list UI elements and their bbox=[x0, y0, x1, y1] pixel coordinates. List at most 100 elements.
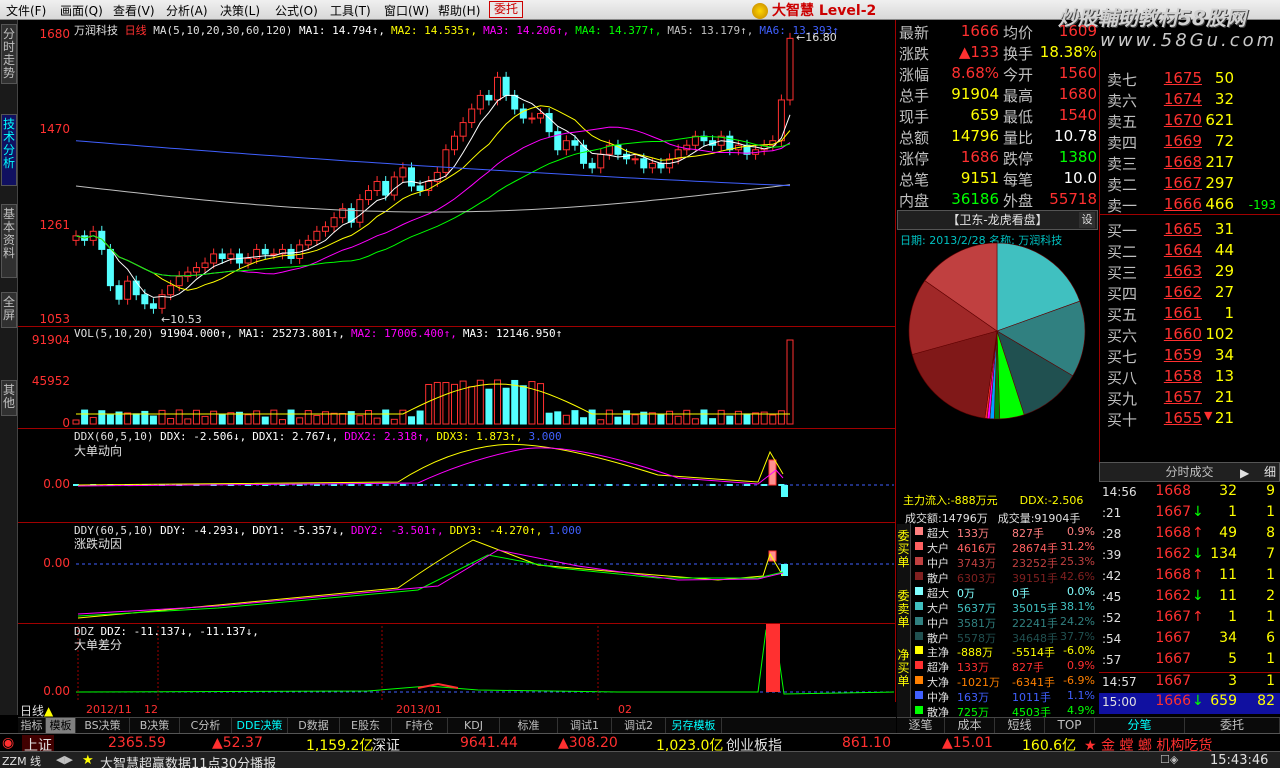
zzm-label[interactable]: ZZM 线 bbox=[2, 753, 41, 768]
book-price[interactable]: 1655 bbox=[1152, 409, 1202, 427]
book-price[interactable]: 1669 bbox=[1152, 132, 1202, 150]
indicator-tab[interactable]: DDE决策 bbox=[232, 718, 288, 734]
indicator-tab[interactable]: 标准 bbox=[500, 718, 558, 734]
indicator-tab[interactable]: BS决策 bbox=[76, 718, 130, 734]
tab-other[interactable]: 其他 bbox=[1, 380, 17, 416]
clock: 15:43:46 bbox=[1210, 753, 1269, 768]
order-book-row[interactable]: 卖五 1670 621 bbox=[1100, 111, 1280, 132]
right-tab[interactable]: 委托 bbox=[1185, 718, 1280, 734]
tray-icons[interactable]: ☐◈ bbox=[1160, 753, 1178, 766]
order-book-row[interactable]: 买五 1661 1 bbox=[1100, 304, 1280, 325]
flow-pct: 25.3% bbox=[1060, 555, 1095, 568]
indicator-tab[interactable]: F持仓 bbox=[392, 718, 448, 734]
book-price[interactable]: 1663 bbox=[1152, 262, 1202, 280]
order-book-row[interactable]: 买三 1663 29 bbox=[1100, 262, 1280, 283]
tick-arrow: ↓ bbox=[1192, 588, 1204, 604]
indicator-tab[interactable]: C分析 bbox=[180, 718, 232, 734]
trust-button[interactable]: 委托 bbox=[489, 1, 523, 18]
order-book-row[interactable]: 卖六 1674 32 bbox=[1100, 90, 1280, 111]
order-book-row[interactable]: 卖四 1669 72 bbox=[1100, 132, 1280, 153]
book-price[interactable]: 1662 bbox=[1152, 283, 1202, 301]
ticker-text[interactable]: 大智慧超赢数据11点30分播报 bbox=[100, 753, 276, 768]
tab-technical[interactable]: 技术分析 bbox=[1, 114, 17, 186]
indicator-value: DDX3: 1.873↑, bbox=[436, 430, 523, 443]
menu-formula[interactable]: 公式(O) bbox=[275, 2, 318, 19]
order-book-row[interactable]: 买四 1662 27 bbox=[1100, 283, 1280, 304]
tab-intraday[interactable]: 分时走势 bbox=[1, 24, 17, 84]
order-book-row[interactable]: 买十 1655 21 ▼ bbox=[1100, 409, 1280, 430]
indicator-tab[interactable]: KDJ bbox=[448, 718, 500, 734]
order-book-row[interactable]: 买七 1659 34 bbox=[1100, 346, 1280, 367]
indicator-tab[interactable]: 调试2 bbox=[612, 718, 666, 734]
ticker-nav[interactable]: ◀▶ bbox=[56, 753, 73, 766]
book-price[interactable]: 1668 bbox=[1152, 153, 1202, 171]
detail-button[interactable]: 细 bbox=[1264, 463, 1276, 481]
right-tab[interactable]: 成本 bbox=[945, 718, 995, 734]
right-tab[interactable]: TOP bbox=[1045, 718, 1095, 734]
indicator-tab[interactable]: 另存模板 bbox=[666, 718, 722, 734]
order-book-row[interactable]: 买九 1657 21 bbox=[1100, 388, 1280, 409]
menu-window[interactable]: 窗口(W) bbox=[384, 2, 429, 19]
order-book-row[interactable]: 买二 1664 44 bbox=[1100, 241, 1280, 262]
indicator-tab[interactable]: B决策 bbox=[130, 718, 180, 734]
book-level: 卖五 bbox=[1107, 113, 1138, 131]
candle-body bbox=[407, 167, 415, 187]
down-arrow-icon: ▼ bbox=[1204, 409, 1213, 422]
kline-chart-area[interactable]: 万润科技 日线 MA(5,10,20,30,60,120) MA1: 14.79… bbox=[18, 20, 896, 702]
menu-analysis[interactable]: 分析(A) bbox=[166, 2, 208, 19]
candle-body bbox=[476, 94, 484, 110]
indicator-tab[interactable]: D数据 bbox=[288, 718, 340, 734]
indicator-tab[interactable]: 调试1 bbox=[558, 718, 612, 734]
menu-file[interactable]: 文件(F) bbox=[6, 2, 46, 19]
candle-body bbox=[373, 180, 381, 192]
order-book-row[interactable]: 卖二 1667 297 bbox=[1100, 174, 1280, 195]
book-price[interactable]: 1658 bbox=[1152, 367, 1202, 385]
tab-fundamentals[interactable]: 基本资料 bbox=[1, 204, 17, 278]
right-tab[interactable]: 逐笔 bbox=[897, 718, 945, 734]
tick-volume: 659 bbox=[1210, 693, 1237, 709]
book-price[interactable]: 1665 bbox=[1152, 220, 1202, 238]
watermark-url: www.58Gu.com bbox=[1100, 30, 1278, 51]
book-price[interactable]: 1667 bbox=[1152, 174, 1202, 192]
indicator-tab[interactable]: 模板 bbox=[46, 718, 76, 734]
tick-count: 8 bbox=[1266, 525, 1275, 541]
menu-help[interactable]: 帮助(H) bbox=[438, 2, 480, 19]
brand-icon bbox=[752, 3, 768, 19]
book-price[interactable]: 1675 bbox=[1152, 69, 1202, 87]
alert-icon[interactable]: ◉ bbox=[2, 735, 14, 751]
candle-body bbox=[287, 248, 295, 259]
book-price[interactable]: 1670 bbox=[1152, 111, 1202, 129]
right-tab[interactable]: 分笔 bbox=[1095, 718, 1185, 734]
legend-swatch bbox=[915, 587, 923, 595]
indicator-tab[interactable]: 指标 bbox=[18, 718, 46, 734]
book-price[interactable]: 1661 bbox=[1152, 304, 1202, 322]
settings-button[interactable]: 设 bbox=[1079, 212, 1095, 228]
menu-view[interactable]: 查看(V) bbox=[113, 2, 155, 19]
book-price[interactable]: 1664 bbox=[1152, 241, 1202, 259]
quote-label: 今开 bbox=[1003, 66, 1034, 84]
book-price[interactable]: 1659 bbox=[1152, 346, 1202, 364]
menu-tools[interactable]: 工具(T) bbox=[330, 2, 371, 19]
quote-value: 9151 bbox=[960, 169, 999, 187]
quote-value: 10.0 bbox=[1063, 169, 1097, 187]
tick-count: 7 bbox=[1266, 546, 1275, 562]
book-price[interactable]: 1657 bbox=[1152, 388, 1202, 406]
menu-screen[interactable]: 画面(Q) bbox=[60, 2, 103, 19]
order-book-row[interactable]: 卖七 1675 50 bbox=[1100, 69, 1280, 90]
order-book-row[interactable]: 买六 1660 102 bbox=[1100, 325, 1280, 346]
order-book-row[interactable]: 卖一 1666 466 -193 bbox=[1100, 195, 1280, 216]
order-book-row[interactable]: 卖三 1668 217 bbox=[1100, 153, 1280, 174]
menu-decision[interactable]: 决策(L) bbox=[220, 2, 260, 19]
candle-body bbox=[227, 253, 235, 259]
right-tab[interactable]: 短线 bbox=[995, 718, 1045, 734]
indicator-tab[interactable]: E股东 bbox=[340, 718, 392, 734]
book-price[interactable]: 1660 bbox=[1152, 325, 1202, 343]
book-price[interactable]: 1666 bbox=[1152, 195, 1202, 213]
kline-chart-canvas[interactable] bbox=[18, 20, 896, 702]
tab-fullscreen[interactable]: 全屏 bbox=[1, 292, 17, 328]
legend-swatch bbox=[915, 706, 923, 714]
order-book-row[interactable]: 买一 1665 31 bbox=[1100, 220, 1280, 241]
candle-body bbox=[399, 167, 407, 178]
order-book-row[interactable]: 买八 1658 13 bbox=[1100, 367, 1280, 388]
book-price[interactable]: 1674 bbox=[1152, 90, 1202, 108]
